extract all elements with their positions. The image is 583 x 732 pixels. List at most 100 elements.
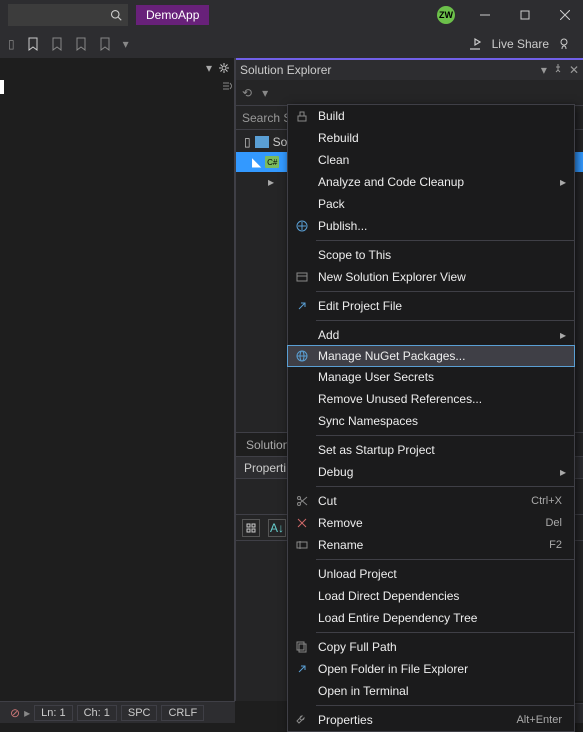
home-icon[interactable]: ⟲: [242, 86, 252, 100]
menu-item-analyze-and-code-cleanup[interactable]: Analyze and Code Cleanup▸: [288, 171, 574, 193]
tree-label: So: [273, 135, 288, 149]
menu-item-manage-user-secrets[interactable]: Manage User Secrets: [288, 366, 574, 388]
menu-item-icon: [294, 300, 310, 312]
expand-icon[interactable]: ▸: [268, 175, 274, 189]
menu-item-label: Debug: [318, 465, 574, 479]
menu-item-icon: [294, 539, 310, 551]
menu-item-label: Rename: [318, 538, 541, 552]
menu-item-label: Sync Namespaces: [318, 414, 574, 428]
menu-item-publish[interactable]: Publish...: [288, 215, 574, 237]
gear-icon[interactable]: [218, 62, 230, 74]
bookmark-prev-icon[interactable]: [51, 37, 63, 51]
menu-item-build[interactable]: Build: [288, 105, 574, 127]
menu-item-open-in-terminal[interactable]: Open in Terminal: [288, 680, 574, 702]
menu-item-manage-nuget-packages[interactable]: Manage NuGet Packages...: [287, 345, 575, 367]
menu-item-label: Load Direct Dependencies: [318, 589, 574, 603]
menu-item-label: Open in Terminal: [318, 684, 574, 698]
search-placeholder: Search S: [242, 111, 291, 125]
menu-item-edit-project-file[interactable]: Edit Project File: [288, 295, 574, 317]
menu-item-add[interactable]: Add▸: [288, 324, 574, 346]
context-menu: Build Rebuild Clean Analyze and Code Cleanu…: [287, 104, 575, 732]
search-box[interactable]: [8, 4, 128, 26]
chevron-down-icon[interactable]: ▾: [206, 61, 212, 75]
menu-item-open-folder-in-file-explorer[interactable]: Open Folder in File Explorer: [288, 658, 574, 680]
editor-area[interactable]: ▾: [0, 58, 235, 701]
bookmark-clear-icon[interactable]: [99, 37, 111, 51]
menu-item-label: Edit Project File: [318, 299, 574, 313]
title-bar: DemoApp ZW: [0, 0, 583, 30]
menu-item-label: Clean: [318, 153, 574, 167]
menu-item-sync-namespaces[interactable]: Sync Namespaces: [288, 410, 574, 432]
menu-item-remove-unused-references[interactable]: Remove Unused References...: [288, 388, 574, 410]
menu-item-shortcut: F2: [549, 539, 574, 551]
menu-item-label: Add: [318, 328, 574, 342]
menu-item-unload-project[interactable]: Unload Project: [288, 563, 574, 585]
switch-views-icon[interactable]: ▾: [262, 86, 268, 100]
alphabetical-icon[interactable]: A↓: [268, 519, 286, 537]
avatar[interactable]: ZW: [437, 6, 455, 24]
menu-item-icon: [294, 350, 310, 362]
menu-item-debug[interactable]: Debug▸: [288, 461, 574, 483]
app-badge: DemoApp: [136, 5, 209, 25]
dropdown-icon[interactable]: ▾: [541, 63, 547, 77]
menu-separator: [316, 559, 574, 560]
status-crlf[interactable]: CRLF: [161, 705, 204, 721]
menu-separator: [316, 705, 574, 706]
menu-item-label: Load Entire Dependency Tree: [318, 611, 574, 625]
feedback-icon[interactable]: [559, 37, 573, 51]
menu-separator: [316, 291, 574, 292]
menu-item-label: Set as Startup Project: [318, 443, 574, 457]
menu-item-clean[interactable]: Clean: [288, 149, 574, 171]
menu-item-label: Build: [318, 109, 574, 123]
toolbar-icon[interactable]: ▯: [8, 37, 15, 51]
live-share-button[interactable]: Live Share: [492, 37, 549, 51]
categorized-icon[interactable]: [242, 519, 260, 537]
menu-item-remove[interactable]: RemoveDel: [288, 512, 574, 534]
menu-item-new-solution-explorer-view[interactable]: New Solution Explorer View: [288, 266, 574, 288]
menu-item-rename[interactable]: Rename F2: [288, 534, 574, 556]
play-icon[interactable]: ▸: [24, 706, 30, 720]
menu-item-set-as-startup-project[interactable]: Set as Startup Project: [288, 439, 574, 461]
menu-item-label: Cut: [318, 494, 523, 508]
error-icon[interactable]: ⊘: [10, 706, 20, 720]
menu-item-rebuild[interactable]: Rebuild: [288, 127, 574, 149]
status-spc[interactable]: SPC: [121, 705, 158, 721]
menu-item-label: Rebuild: [318, 131, 574, 145]
dropdown-caret-icon[interactable]: ▾: [123, 37, 129, 51]
menu-item-properties[interactable]: PropertiesAlt+Enter: [288, 709, 574, 731]
menu-item-label: Copy Full Path: [318, 640, 574, 654]
menu-item-label: New Solution Explorer View: [318, 270, 574, 284]
close-button[interactable]: [547, 0, 583, 30]
minimize-button[interactable]: [467, 0, 503, 30]
bookmark-icon[interactable]: [27, 37, 39, 51]
collapse-handle-icon[interactable]: [220, 80, 232, 92]
live-share-icon: [468, 37, 482, 51]
solution-explorer-toolbar: ⟲ ▾: [236, 80, 583, 106]
menu-item-icon: [294, 663, 310, 675]
menu-separator: [316, 486, 574, 487]
menu-item-icon: [294, 495, 310, 507]
menu-item-scope-to-this[interactable]: Scope to This: [288, 244, 574, 266]
menu-item-icon: [294, 517, 310, 529]
status-ch[interactable]: Ch: 1: [77, 705, 117, 721]
menu-item-load-direct-dependencies[interactable]: Load Direct Dependencies: [288, 585, 574, 607]
menu-item-icon: [294, 641, 310, 653]
menu-item-label: Properties: [318, 713, 508, 727]
pin-icon[interactable]: [553, 63, 563, 73]
bookmark-next-icon[interactable]: [75, 37, 87, 51]
search-icon: [110, 9, 122, 21]
menu-item-label: Publish...: [318, 219, 574, 233]
menu-item-label: Manage NuGet Packages...: [318, 349, 574, 363]
menu-item-pack[interactable]: Pack: [288, 193, 574, 215]
menu-item-label: Manage User Secrets: [318, 370, 574, 384]
menu-separator: [316, 435, 574, 436]
submenu-arrow-icon: ▸: [560, 175, 566, 189]
menu-item-cut[interactable]: CutCtrl+X: [288, 490, 574, 512]
maximize-button[interactable]: [507, 0, 543, 30]
secondary-toolbar: ▯ ▾ Live Share: [0, 30, 583, 58]
menu-item-copy-full-path[interactable]: Copy Full Path: [288, 636, 574, 658]
status-ln[interactable]: Ln: 1: [34, 705, 72, 721]
menu-item-load-entire-dependency-tree[interactable]: Load Entire Dependency Tree: [288, 607, 574, 629]
solution-icon: [255, 136, 269, 148]
close-icon[interactable]: ✕: [569, 63, 579, 77]
